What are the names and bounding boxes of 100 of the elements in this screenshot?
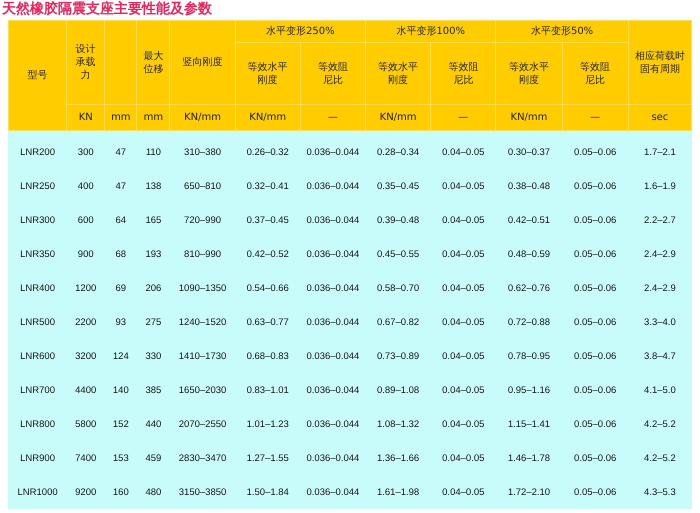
table-cell: 1090–1350: [170, 271, 236, 305]
table-cell: 160: [104, 475, 137, 509]
table-cell: LNR1000: [8, 475, 67, 509]
unit-cell: KN: [66, 104, 105, 130]
unit-cell: KN/mm: [170, 104, 236, 130]
table-cell: 0.32–0.41: [235, 169, 300, 203]
table-cell: 0.04–0.05: [430, 339, 496, 373]
table-cell: 2830–3470: [170, 441, 236, 475]
table-cell: 1.08–1.32: [366, 407, 431, 441]
table-cell: 0.95–1.16: [496, 373, 562, 407]
table-cell: 1.7–2.1: [628, 130, 692, 169]
unit-cell: —: [430, 104, 496, 130]
table-cell: 1.36–1.66: [366, 441, 431, 475]
table-cell: 0.68–0.83: [235, 339, 300, 373]
column-header: 设计承载力: [66, 20, 105, 104]
unit-cell: —: [300, 104, 366, 130]
table-cell: 1.27–1.55: [235, 441, 300, 475]
unit-cell: KN/mm: [235, 104, 300, 130]
table-cell: 4.3–5.3: [628, 475, 692, 509]
table-cell: 68: [104, 237, 137, 271]
table-cell: 4.2–5.2: [628, 407, 692, 441]
unit-cell: sec: [628, 104, 692, 130]
table-cell: 0.036–0.044: [300, 373, 366, 407]
table-cell: 1200: [66, 271, 105, 305]
page-title: 天然橡胶隔震支座主要性能及参数: [0, 0, 213, 19]
table-cell: LNR250: [8, 169, 67, 203]
table-cell: 1.72–2.10: [496, 475, 562, 509]
table-cell: 0.35–0.45: [366, 169, 431, 203]
table-cell: 2070–2550: [170, 407, 236, 441]
table-cell: 0.05–0.06: [562, 441, 628, 475]
table-cell: 0.37–0.45: [235, 203, 300, 237]
table-cell: 300: [66, 130, 105, 169]
column-header: 等效水平刚度: [235, 42, 300, 104]
table-cell: 1.15–1.41: [496, 407, 562, 441]
table-cell: 152: [104, 407, 137, 441]
table-cell: 0.45–0.55: [366, 237, 431, 271]
column-group-header: 水平变形50%: [496, 20, 628, 42]
table-cell: 1.6–1.9: [628, 169, 692, 203]
table-cell: 0.30–0.37: [496, 130, 562, 169]
table-cell: 1410–1730: [170, 339, 236, 373]
table-cell: 480: [136, 475, 170, 509]
table-cell: 0.04–0.05: [430, 271, 496, 305]
table-cell: 1.46–1.78: [496, 441, 562, 475]
table-cell: 4400: [66, 373, 105, 407]
table-cell: 0.04–0.05: [430, 475, 496, 509]
table-cell: 0.05–0.06: [562, 475, 628, 509]
column-header: 相应荷载时固有周期: [628, 20, 692, 104]
column-group-header: 水平变形100%: [366, 20, 496, 42]
table-cell: 0.05–0.06: [562, 169, 628, 203]
table-cell: 0.26–0.32: [235, 130, 300, 169]
table-cell: 3.3–4.0: [628, 305, 692, 339]
unit-cell: KN/mm: [366, 104, 431, 130]
table-cell: 5800: [66, 407, 105, 441]
table-cell: 69: [104, 271, 137, 305]
table-cell: 0.04–0.05: [430, 373, 496, 407]
table-cell: 0.39–0.48: [366, 203, 431, 237]
table-cell: 0.036–0.044: [300, 130, 366, 169]
table-cell: 138: [136, 169, 170, 203]
table-cell: 0.05–0.06: [562, 237, 628, 271]
table-cell: 165: [136, 203, 170, 237]
table-cell: 3200: [66, 339, 105, 373]
table-cell: 4.2–5.2: [628, 441, 692, 475]
table-cell: 124: [104, 339, 137, 373]
column-header: 等效阻尼比: [562, 42, 628, 104]
table-cell: 650–810: [170, 169, 236, 203]
table-cell: 0.05–0.06: [562, 373, 628, 407]
column-header: 等效水平刚度: [366, 42, 431, 104]
table-cell: 64: [104, 203, 137, 237]
table-cell: 0.036–0.044: [300, 441, 366, 475]
table-cell: LNR700: [8, 373, 67, 407]
table-cell: 3150–3850: [170, 475, 236, 509]
table-cell: 1.61–1.98: [366, 475, 431, 509]
table-cell: 0.05–0.06: [562, 271, 628, 305]
table-cell: LNR600: [8, 339, 67, 373]
table-cell: 1.01–1.23: [235, 407, 300, 441]
table-cell: 0.28–0.34: [366, 130, 431, 169]
table-cell: 400: [66, 169, 105, 203]
table-cell: 0.036–0.044: [300, 203, 366, 237]
table-cell: 0.05–0.06: [562, 407, 628, 441]
table-cell: 440: [136, 407, 170, 441]
table-cell: 0.05–0.06: [562, 339, 628, 373]
table-cell: 0.62–0.76: [496, 271, 562, 305]
table-cell: 7400: [66, 441, 105, 475]
table-cell: 4.1–5.0: [628, 373, 692, 407]
table-cell: 0.72–0.88: [496, 305, 562, 339]
table-cell: 720–990: [170, 203, 236, 237]
table-cell: 0.04–0.05: [430, 237, 496, 271]
column-header: 等效阻尼比: [430, 42, 496, 104]
unit-cell: mm: [104, 104, 137, 130]
table-cell: 1.50–1.84: [235, 475, 300, 509]
unit-cell: KN/mm: [496, 104, 562, 130]
table-cell: 9200: [66, 475, 105, 509]
table-cell: LNR400: [8, 271, 67, 305]
table-cell: 0.54–0.66: [235, 271, 300, 305]
table-cell: LNR350: [8, 237, 67, 271]
table-cell: 0.48–0.59: [496, 237, 562, 271]
table-cell: 1240–1520: [170, 305, 236, 339]
table-cell: 0.04–0.05: [430, 441, 496, 475]
unit-cell: mm: [136, 104, 170, 130]
table-cell: 0.05–0.06: [562, 305, 628, 339]
